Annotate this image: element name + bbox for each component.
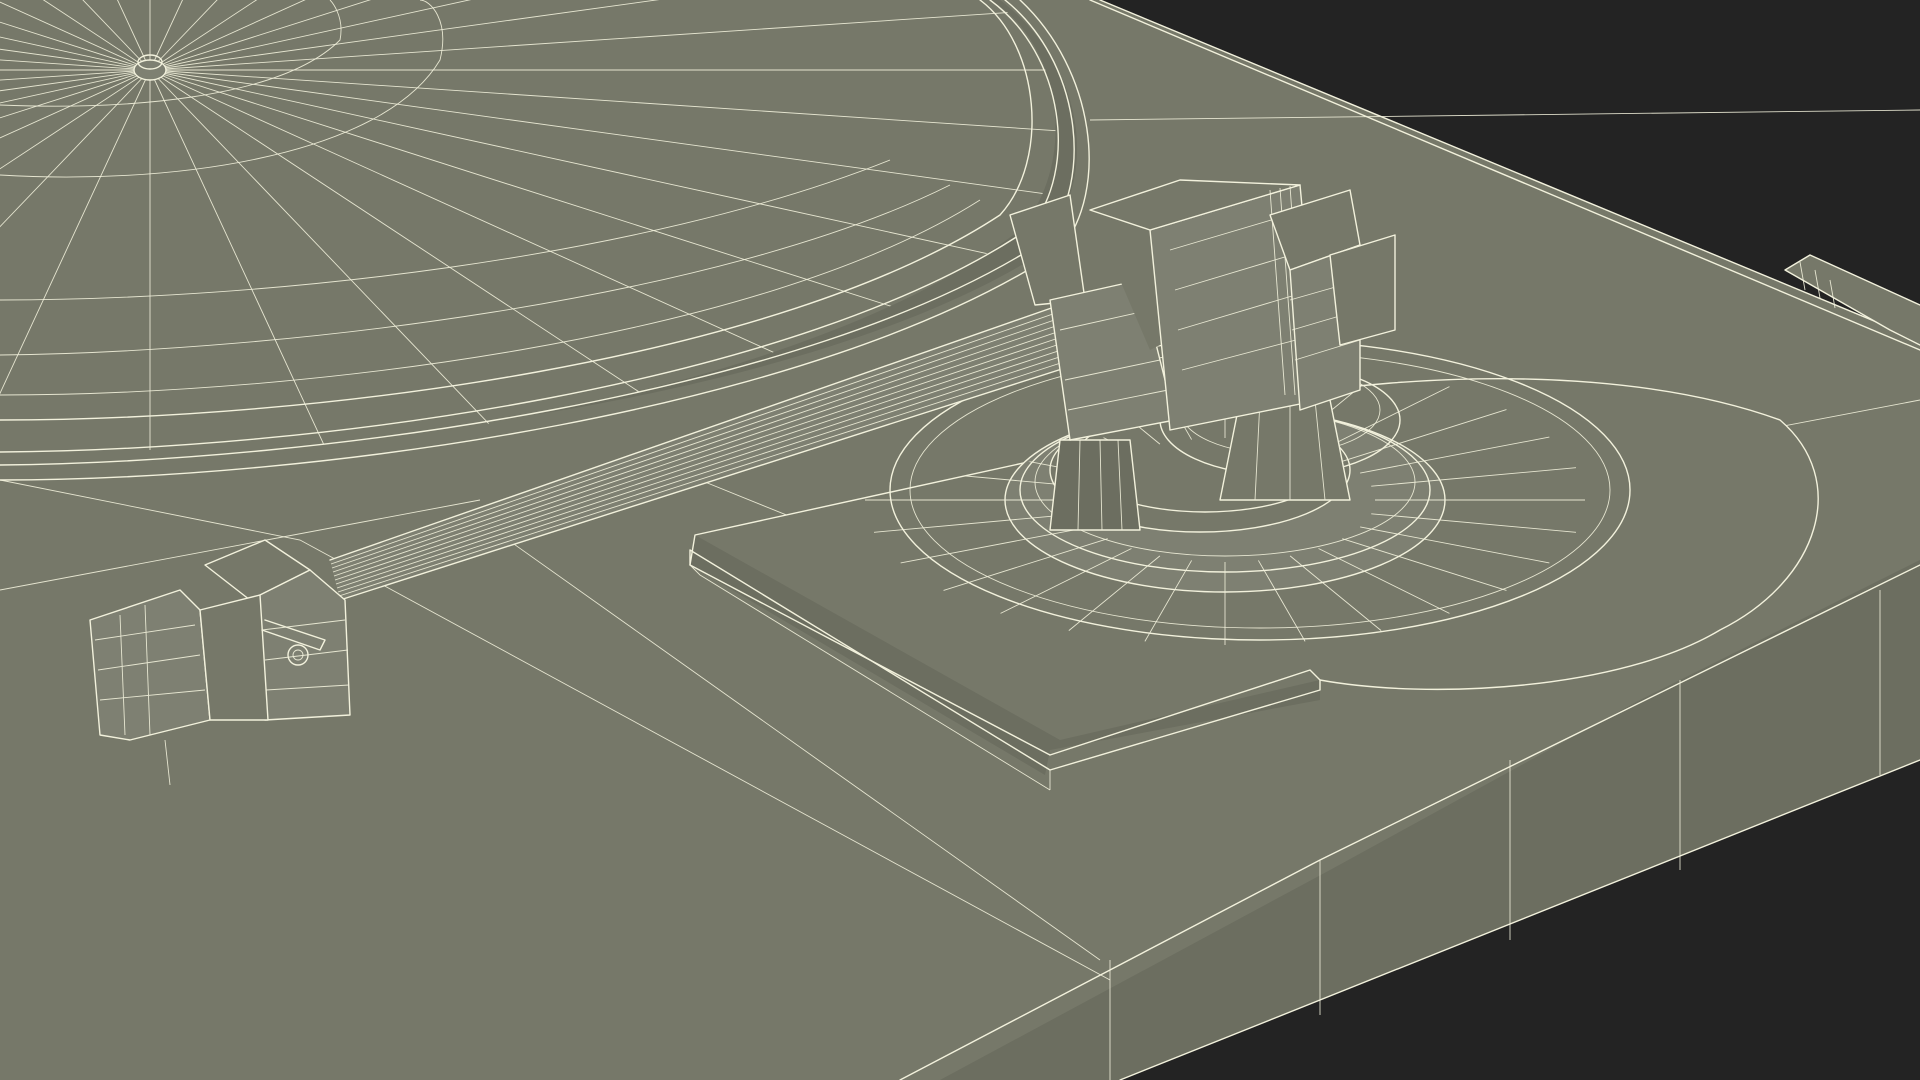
wireframe-render (0, 0, 1920, 1080)
